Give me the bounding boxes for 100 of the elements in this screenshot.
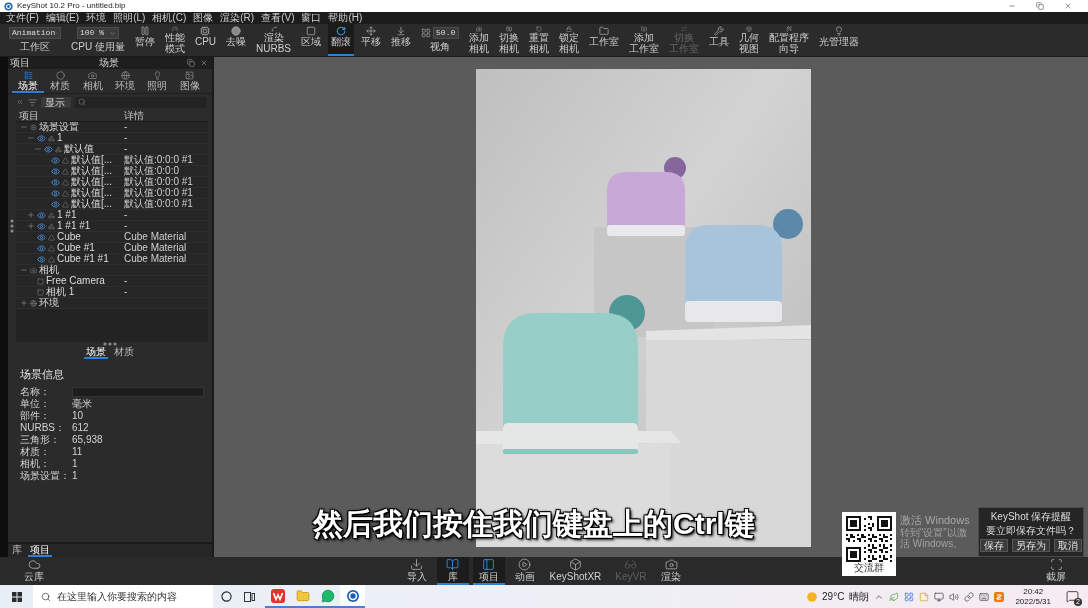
menu-item[interactable]: 照明(L) <box>113 12 146 24</box>
eye-icon[interactable] <box>37 232 46 242</box>
toolbar-button[interactable]: 渲染NURBS <box>253 24 295 56</box>
restore-icon[interactable] <box>1036 2 1044 10</box>
eye-icon[interactable] <box>51 188 60 198</box>
dialog-button[interactable]: 取消 <box>1054 539 1082 552</box>
toolbar-button[interactable]: 工具 <box>706 24 733 56</box>
dialog-button[interactable]: 另存为 <box>1012 539 1050 552</box>
dropdown[interactable]: Animation <box>9 27 61 39</box>
toolbar-button[interactable]: CPU <box>191 24 220 56</box>
cloud-library-button[interactable]: 云库 <box>18 557 50 585</box>
eye-icon[interactable] <box>51 166 60 176</box>
panel-tab[interactable]: 场景 <box>84 346 108 359</box>
drag-handle-icon[interactable] <box>10 219 14 233</box>
filter-icon[interactable] <box>28 97 37 107</box>
panel-tab[interactable]: 相机 <box>76 69 109 93</box>
tree-row[interactable]: 默认值[... 默认值:0:0:0 #1 <box>16 155 208 166</box>
tree-row[interactable]: 场景设置 - <box>16 122 208 133</box>
tree-row[interactable]: Cube #1 #1 Cube Material <box>16 254 208 265</box>
bottom-bar-button[interactable]: KeyShotXR <box>544 557 607 585</box>
panel-tab[interactable]: 材质 <box>112 346 136 359</box>
grid-icon[interactable] <box>904 591 915 602</box>
bottom-bar-button[interactable]: 项目 <box>472 557 505 585</box>
menu-item[interactable]: 文件(F) <box>6 12 39 24</box>
panel-tab[interactable]: 照明 <box>141 69 174 93</box>
task-view-icon[interactable] <box>244 591 255 602</box>
toolbar-button[interactable]: 性能模式 <box>161 24 188 56</box>
toolbar-button[interactable]: 添加相机 <box>466 24 493 56</box>
panel-tab[interactable]: 库 <box>10 544 24 557</box>
eye-icon[interactable] <box>51 155 60 165</box>
toolbar-button[interactable]: 切换相机 <box>496 24 523 56</box>
eye-icon[interactable] <box>51 177 60 187</box>
menu-item[interactable]: 环境 <box>86 12 107 24</box>
eye-icon[interactable] <box>37 221 46 231</box>
circle-icon[interactable] <box>221 591 232 602</box>
toolbar-button[interactable]: 锁定相机 <box>556 24 583 56</box>
toolbar-button[interactable]: 工作室 <box>586 24 623 56</box>
menu-item[interactable]: 帮助(H) <box>328 12 363 24</box>
tree-row[interactable]: Free Camera - <box>16 276 208 287</box>
tree-row[interactable]: 相机 1 - <box>16 287 208 298</box>
eye-icon[interactable] <box>37 254 46 264</box>
toolbar-button[interactable]: 配置程序向导 <box>766 24 813 56</box>
bottom-bar-button[interactable]: 库 <box>436 557 469 585</box>
tree-row[interactable]: Cube #1 Cube Material <box>16 243 208 254</box>
monitor-icon[interactable] <box>934 591 945 602</box>
expand-icon[interactable] <box>20 299 28 307</box>
panel-tab[interactable]: 场景 <box>12 69 45 93</box>
eye-icon[interactable] <box>44 144 53 154</box>
more-dots-icon[interactable] <box>103 342 117 346</box>
menu-item[interactable]: 查看(V) <box>261 12 295 24</box>
toolbar-button[interactable]: 添加工作室 <box>626 24 663 56</box>
app-tile-icon[interactable] <box>994 591 1005 602</box>
tree-row[interactable]: 默认值[... 默认值:0:0:0 #1 <box>16 177 208 188</box>
tree-row[interactable]: 1 - <box>16 133 208 144</box>
link-icon[interactable] <box>964 591 975 602</box>
dialog-button[interactable]: 保存 <box>980 539 1008 552</box>
keyboard-icon[interactable] <box>979 591 990 602</box>
close-icon[interactable] <box>1064 2 1072 10</box>
eye-icon[interactable] <box>37 133 46 143</box>
menu-item[interactable]: 渲染(R) <box>220 12 255 24</box>
tree-row[interactable]: 相机 <box>16 265 208 276</box>
tree-row[interactable]: Cube Cube Material <box>16 232 208 243</box>
tree-row[interactable]: 默认值[... 默认值:0:0:0 #1 <box>16 188 208 199</box>
toolbar-button[interactable]: 暂停 <box>131 24 158 56</box>
search-field[interactable]: 在这里输入你要搜索的内容 <box>33 585 213 608</box>
eye-icon[interactable] <box>37 243 46 253</box>
panel-tab[interactable]: 图像 <box>173 69 206 93</box>
panel-tab[interactable]: 材质 <box>44 69 77 93</box>
toolbar-button[interactable]: 翻滚 <box>328 24 355 56</box>
menu-item[interactable]: 编辑(E) <box>45 12 80 24</box>
expand-icon[interactable] <box>27 222 35 230</box>
toolbar-button[interactable]: 平移 <box>358 24 385 56</box>
menu-item[interactable]: 窗口 <box>301 12 322 24</box>
bottom-bar-button[interactable]: 渲染 <box>655 557 688 585</box>
panel-tab[interactable]: 环境 <box>109 69 142 93</box>
toolbar-button[interactable]: 重置相机 <box>526 24 553 56</box>
expand-icon[interactable] <box>27 211 35 219</box>
filter-dropdown[interactable]: 显示 <box>41 96 71 108</box>
toolbar-button[interactable]: 光管理器 <box>816 24 863 56</box>
bottom-bar-button[interactable]: 动画 <box>508 557 541 585</box>
speaker-icon[interactable] <box>949 591 960 602</box>
toolbar-button[interactable]: 推移 <box>388 24 415 56</box>
undock-icon[interactable] <box>187 59 195 67</box>
tree-row[interactable]: 1 #1 #1 - <box>16 221 208 232</box>
column-header[interactable]: 项目 <box>19 110 124 121</box>
toolbar-button[interactable]: 几何视图 <box>736 24 763 56</box>
bottom-bar-button[interactable]: 导入 <box>400 557 433 585</box>
chevrons-icon[interactable] <box>16 98 24 106</box>
search-field[interactable] <box>75 96 206 108</box>
tree-row[interactable]: 环境 <box>16 298 208 309</box>
column-header[interactable]: 详情 <box>124 110 208 121</box>
eye-icon[interactable] <box>51 199 60 209</box>
menu-item[interactable]: 图像 <box>193 12 214 24</box>
toolbar-button[interactable]: 区域 <box>298 24 325 56</box>
eye-icon[interactable] <box>37 210 46 220</box>
tree-row[interactable]: 默认值 - <box>16 144 208 155</box>
dropdown[interactable]: 100 % <box>76 27 119 39</box>
leaf-icon[interactable] <box>889 591 900 602</box>
menu-item[interactable]: 相机(C) <box>152 12 187 24</box>
toolbar-button[interactable]: 去噪 <box>223 24 250 56</box>
